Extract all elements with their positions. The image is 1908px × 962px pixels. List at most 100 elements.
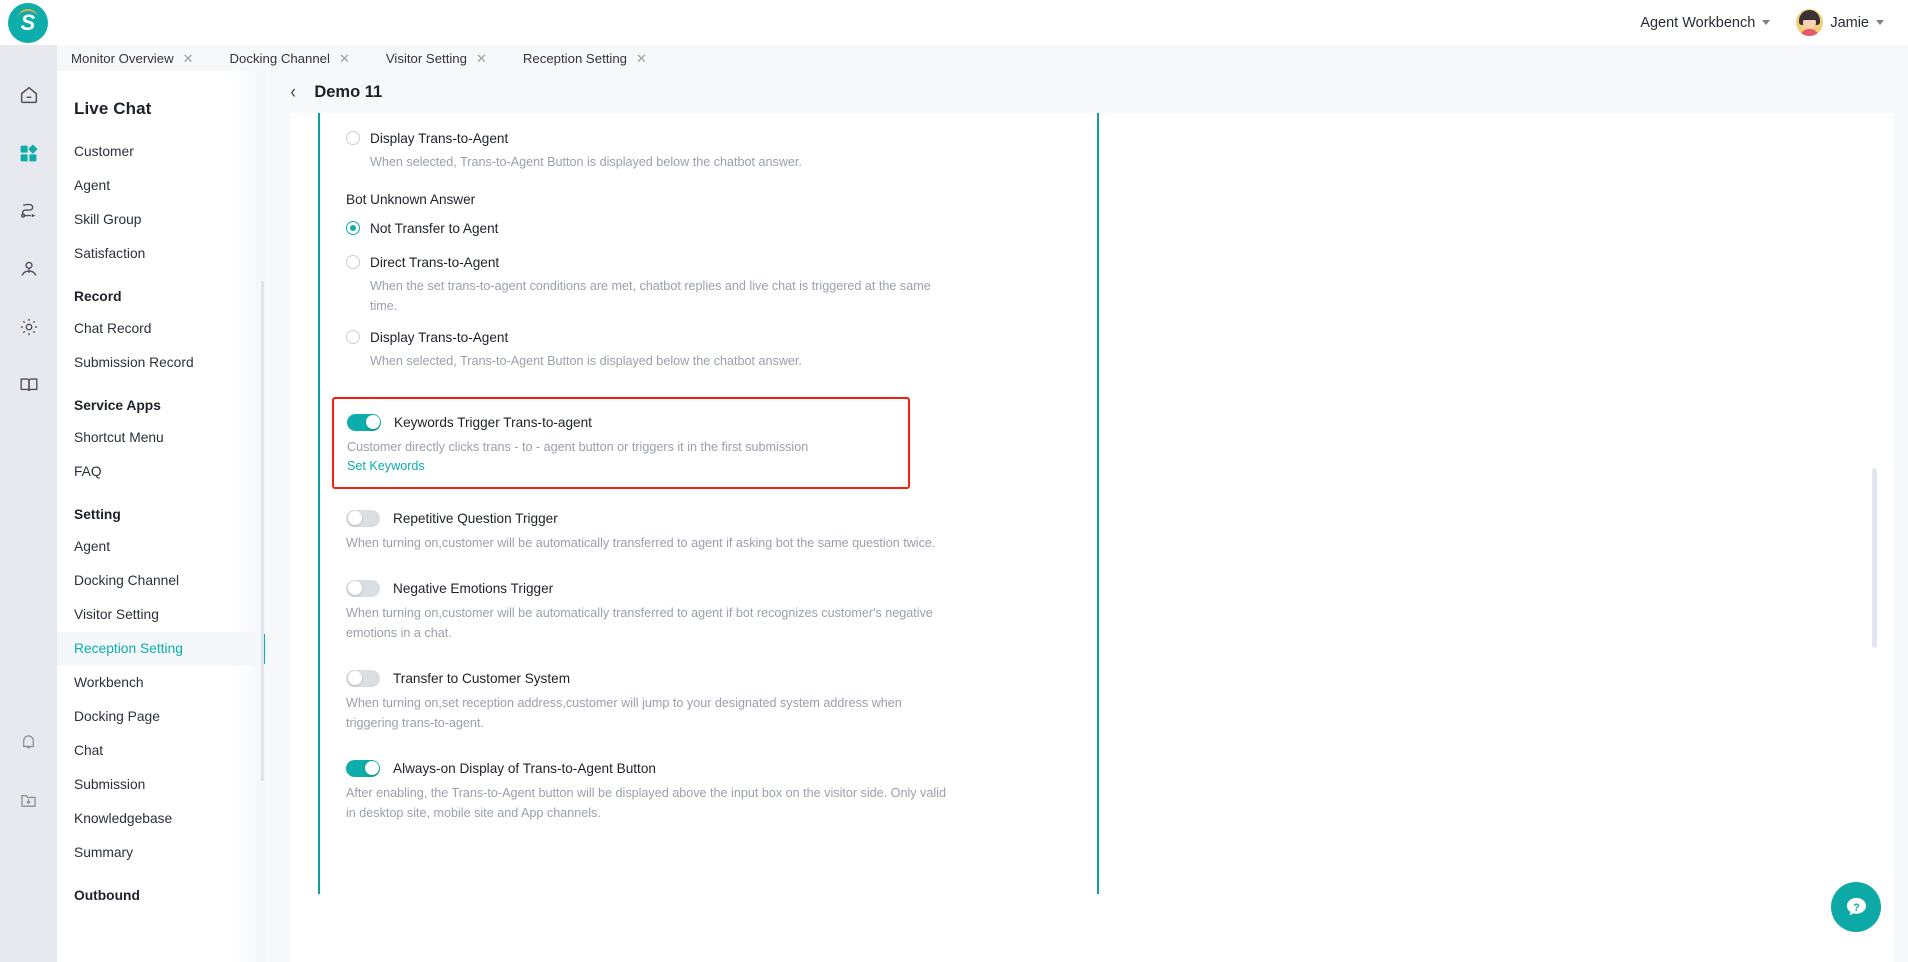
radio-row[interactable]: Display Trans-to-Agent: [346, 127, 1086, 149]
panel-scrollbar[interactable]: [1872, 468, 1877, 648]
sidebar-item-docking-page[interactable]: Docking Page: [57, 700, 265, 734]
sidebar-group-record: Record: [74, 289, 122, 304]
radio-button[interactable]: [346, 255, 360, 269]
rail-item-visitor[interactable]: [7, 247, 51, 291]
option-description: When the set trans-to-agent conditions a…: [370, 279, 931, 313]
sidebar-item-faq[interactable]: FAQ: [57, 455, 265, 489]
radio-row[interactable]: Not Transfer to Agent: [346, 217, 1086, 239]
sidebar-item-docking-channel[interactable]: Docking Channel: [57, 564, 265, 598]
toggle-label: Repetitive Question Trigger: [393, 510, 558, 526]
option-label: Not Transfer to Agent: [370, 220, 499, 236]
radio-option-not-transfer-to-agent: Not Transfer to Agent: [346, 217, 1086, 239]
sidebar-item-summary[interactable]: Summary: [57, 836, 265, 870]
sidebar-item-agent[interactable]: Agent: [57, 530, 265, 564]
icon-rail: [0, 45, 57, 962]
toggle-block-keywords-trigger-trans-to-agent: Keywords Trigger Trans-to-agent Customer …: [332, 397, 910, 489]
toggle-description: After enabling, the Trans-to-Agent butto…: [346, 786, 946, 820]
toggle-description: Customer directly clicks trans - to - ag…: [347, 440, 809, 454]
page-title: Demo 11: [314, 82, 383, 101]
tab-label: Docking Channel: [229, 50, 330, 66]
tab-visitor-setting[interactable]: Visitor Setting ✕: [386, 51, 505, 66]
sidebar-item-customer[interactable]: Customer: [57, 135, 265, 169]
toggle-knob: [364, 761, 379, 775]
rail-item-notifications[interactable]: [7, 720, 51, 764]
sidebar-item-chat[interactable]: Chat: [57, 734, 265, 768]
close-icon[interactable]: ✕: [476, 52, 487, 65]
tab-reception-setting[interactable]: Reception Setting ✕: [523, 51, 665, 66]
svg-text:?: ?: [1853, 901, 1860, 913]
toggle-knob: [365, 415, 380, 429]
rail-item-settings[interactable]: [7, 305, 51, 349]
radio-button[interactable]: [346, 330, 360, 344]
routing-icon: [20, 203, 35, 218]
bot-unknown-answer-radio-group: Not Transfer to Agent Direct Trans-to-Age…: [346, 217, 1086, 371]
sidebar-item-satisfaction[interactable]: Satisfaction: [57, 237, 265, 271]
rail-item-apps[interactable]: [7, 131, 51, 175]
toggle-label: Keywords Trigger Trans-to-agent: [394, 414, 592, 430]
toggle-row[interactable]: Keywords Trigger Trans-to-agent: [347, 411, 894, 433]
help-chat-icon: ?: [1846, 897, 1866, 915]
option-label: Display Trans-to-Agent: [370, 130, 509, 146]
radio-row[interactable]: Display Trans-to-Agent: [346, 326, 1086, 348]
toggle-list: Keywords Trigger Trans-to-agent Customer …: [332, 397, 1086, 823]
radio-option-direct-trans-to-agent: Direct Trans-to-Agent When the set trans-…: [346, 251, 1086, 316]
close-icon[interactable]: ✕: [183, 52, 194, 65]
sidebar-item-shortcut-menu[interactable]: Shortcut Menu: [57, 421, 265, 455]
radio-row[interactable]: Direct Trans-to-Agent: [346, 251, 1086, 273]
toggle-knob: [347, 581, 362, 595]
agent-workbench-label: Agent Workbench: [1640, 14, 1756, 31]
rail-item-routing[interactable]: [7, 189, 51, 233]
sidebar-item-skill-group[interactable]: Skill Group: [57, 203, 265, 237]
toggle-switch[interactable]: [346, 759, 380, 777]
toggle-row[interactable]: Negative Emotions Trigger: [346, 577, 1086, 599]
rail-item-downloads[interactable]: [7, 778, 51, 822]
panel-guide-line-left: [318, 113, 320, 894]
sidebar-item-chat-record[interactable]: Chat Record: [57, 312, 265, 346]
radio-button[interactable]: [346, 131, 360, 145]
tab-strip: Monitor Overview ✕ Docking Channel ✕ Visitor…: [57, 45, 1908, 71]
set-keywords-link[interactable]: Set Keywords: [347, 459, 425, 473]
page-header: ‹ Demo 11: [265, 71, 1908, 113]
toggle-block-negative-emotions-trigger: Negative Emotions Trigger When turning on…: [346, 577, 1086, 643]
radio-button[interactable]: [346, 221, 360, 235]
close-icon[interactable]: ✕: [339, 52, 350, 65]
sidebar-group-setting: Setting: [74, 507, 121, 522]
visitor-icon: [20, 261, 37, 276]
rail-item-home[interactable]: [7, 73, 51, 117]
toggle-row[interactable]: Transfer to Customer System: [346, 667, 1086, 689]
close-icon[interactable]: ✕: [636, 52, 647, 65]
tab-monitor-overview[interactable]: Monitor Overview ✕: [71, 51, 212, 66]
settings-content: Display Trans-to-Agent When selected, Tr…: [332, 113, 1086, 847]
sidebar-group-outbound: Outbound: [74, 888, 140, 903]
sidebar-item-workbench[interactable]: Workbench: [57, 666, 265, 700]
sidebar-item-submission[interactable]: Submission: [57, 768, 265, 802]
rail-item-knowledge[interactable]: [7, 363, 51, 407]
toggle-switch[interactable]: [346, 579, 380, 597]
toggle-switch[interactable]: [346, 509, 380, 527]
toggle-row[interactable]: Repetitive Question Trigger: [346, 507, 1086, 529]
user-menu[interactable]: Jamie: [1796, 9, 1884, 36]
sidebar-item-visitor-setting[interactable]: Visitor Setting: [57, 598, 265, 632]
agent-workbench-menu[interactable]: Agent Workbench: [1640, 14, 1771, 31]
home-icon: [20, 86, 37, 104]
chevron-down-icon: [1762, 20, 1771, 25]
sidebar-item-agent[interactable]: Agent: [57, 169, 265, 203]
toggle-description: When turning on,customer will be automat…: [346, 606, 933, 640]
sidebar-item-submission-record[interactable]: Submission Record: [57, 346, 265, 380]
toggle-switch[interactable]: [346, 669, 380, 687]
sidebar-item-knowledgebase[interactable]: Knowledgebase: [57, 802, 265, 836]
sidebar-item-reception-setting[interactable]: Reception Setting: [57, 632, 265, 666]
option-label: Direct Trans-to-Agent: [370, 254, 500, 270]
gear-icon: [20, 318, 37, 336]
help-button[interactable]: ?: [1831, 882, 1881, 932]
brand-logo[interactable]: S: [8, 3, 48, 43]
download-folder-icon: [21, 794, 36, 807]
option-label: Display Trans-to-Agent: [370, 329, 509, 345]
toggle-knob: [347, 671, 362, 685]
sidebar-scrollbar[interactable]: [261, 281, 264, 781]
tab-docking-channel[interactable]: Docking Channel ✕: [230, 51, 368, 66]
sidebar: Live Chat Customer Agent Skill Group Satisf…: [57, 71, 265, 962]
toggle-row[interactable]: Always-on Display of Trans-to-Agent Butt…: [346, 757, 1086, 779]
back-button[interactable]: ‹: [290, 83, 295, 102]
toggle-switch[interactable]: [347, 413, 381, 431]
